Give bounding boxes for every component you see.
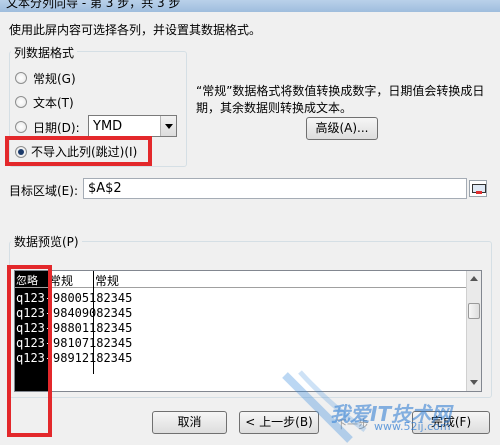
preview-header-col3[interactable]: 常规 — [95, 272, 119, 289]
range-select-icon[interactable] — [469, 180, 487, 197]
data-preview-pane[interactable]: 忽略列 常规 常规 q123- 98005 182345 q123- 98409… — [14, 270, 482, 392]
table-row: q123- 98409 082345 — [16, 306, 133, 320]
destination-label: 目标区域(E): — [9, 184, 78, 198]
highlight-box-skip — [5, 136, 152, 166]
title-bar: 文本分列向导 - 第 3 步，共 3 步 — [0, 0, 500, 12]
cancel-button[interactable]: 取消 — [152, 411, 227, 434]
preview-header-row: 忽略列 常规 常规 — [15, 271, 467, 288]
table-row: q123- 98801 182345 — [16, 321, 133, 335]
radio-date-label[interactable]: 日期(D): — [33, 119, 80, 136]
preview-header-col2[interactable]: 常规 — [49, 272, 73, 289]
radio-general[interactable] — [15, 72, 27, 84]
table-row: q123- 98107 182345 — [16, 336, 133, 350]
destination-value: $A$2 — [88, 181, 122, 196]
format-description: “常规”数据格式将数值转换成数字，日期值会转换成日 期，其余数据则转换成文本。 — [196, 83, 484, 117]
date-format-select[interactable]: YMD — [88, 115, 177, 137]
preview-label: 数据预览(P) — [11, 233, 82, 250]
radio-text[interactable] — [15, 96, 27, 108]
preview-vertical-scrollbar[interactable] — [466, 271, 481, 391]
table-row: q123- 98005 182345 — [16, 291, 133, 305]
destination-input[interactable]: $A$2 — [83, 178, 467, 199]
window-title: 文本分列向导 - 第 3 步，共 3 步 — [6, 0, 181, 10]
radio-date[interactable] — [15, 121, 27, 133]
radio-general-label[interactable]: 常规(G) — [33, 70, 76, 87]
advanced-button[interactable]: 高级(A)... — [306, 117, 378, 140]
scroll-down-icon[interactable] — [468, 376, 480, 390]
date-format-value: YMD — [93, 119, 123, 134]
highlight-box-preview-column — [7, 265, 52, 437]
radio-text-label[interactable]: 文本(T) — [33, 94, 74, 111]
table-row: q123- 98912 182345 — [16, 351, 133, 365]
scroll-up-icon[interactable] — [468, 272, 480, 286]
watermark-url: www.52ij.com — [374, 420, 451, 433]
instruction-text: 使用此屏内容可选择各列，并设置其数据格式。 — [9, 23, 262, 37]
text-import-wizard-dialog: 文本分列向导 - 第 3 步，共 3 步 使用此屏内容可选择各列，并设置其数据格… — [0, 0, 500, 445]
watermark-swoosh-icon — [282, 370, 367, 443]
scrollbar-thumb[interactable] — [468, 303, 480, 319]
column-format-label: 列数据格式 — [11, 44, 78, 61]
format-description-line-1: “常规”数据格式将数值转换成数字，日期值会转换成日 — [196, 84, 485, 98]
chevron-down-icon[interactable] — [160, 116, 176, 136]
format-description-line-2: 期，其余数据则转换成文本。 — [196, 101, 353, 115]
